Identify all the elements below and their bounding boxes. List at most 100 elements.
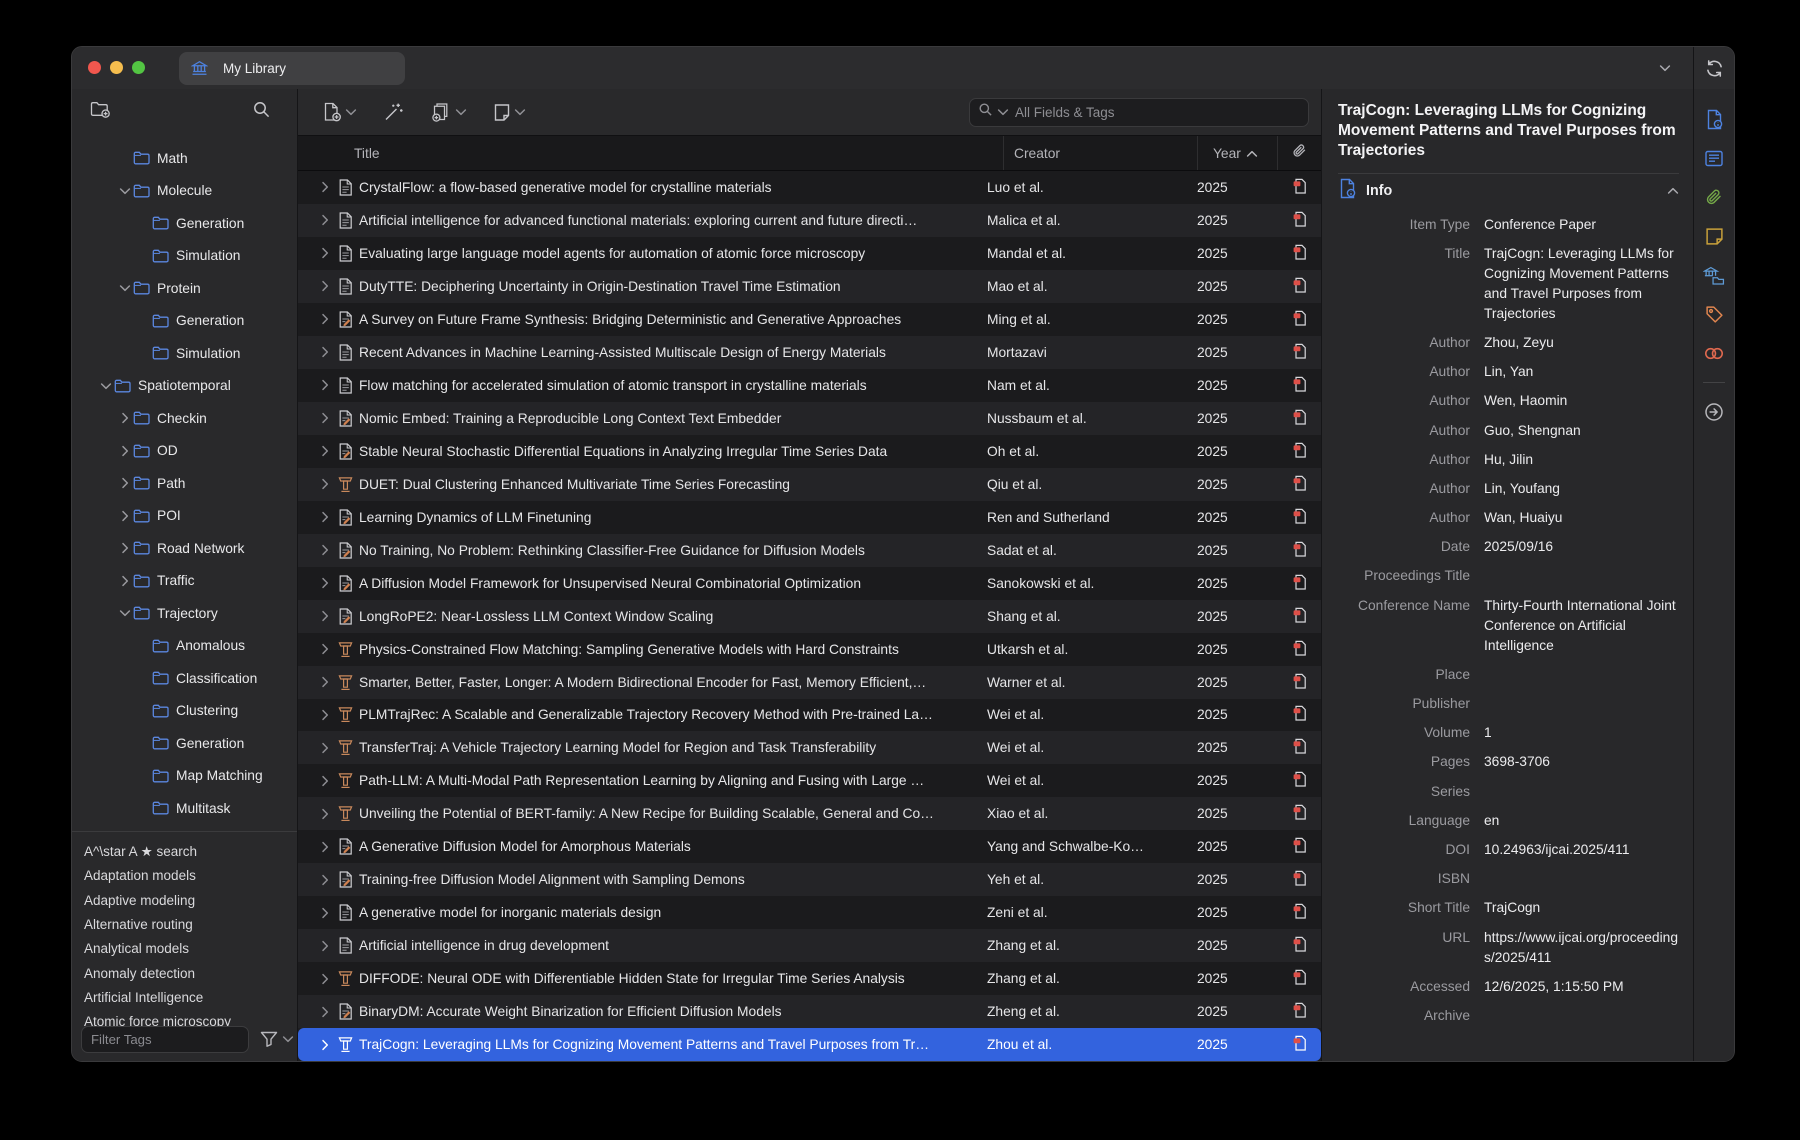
table-row[interactable]: A Diffusion Model Framework for Unsuperv… [298, 567, 1321, 600]
table-row[interactable]: Training-free Diffusion Model Alignment … [298, 863, 1321, 896]
chevron-right-icon[interactable] [318, 577, 332, 589]
sidebar-item-traffic[interactable]: Traffic [72, 565, 297, 598]
search-field[interactable] [969, 98, 1309, 127]
sidebar-item-molecule[interactable]: Molecule [72, 175, 297, 208]
collapse-chevron-up-icon[interactable] [1667, 182, 1679, 200]
tag-item[interactable]: Alternative routing [84, 912, 297, 936]
chevron-right-icon[interactable] [318, 544, 332, 556]
sidebar-item-trajectory[interactable]: Trajectory [72, 597, 297, 630]
chevron-right-icon[interactable] [318, 676, 332, 688]
sidebar-item-checkin[interactable]: Checkin [72, 402, 297, 435]
table-row-selected[interactable]: TrajCogn: Leveraging LLMs for Cognizing … [298, 1028, 1321, 1061]
field-value[interactable]: 10.24963/ijcai.2025/411 [1484, 840, 1679, 860]
chevron-right-icon[interactable] [318, 247, 332, 259]
locate-icon[interactable] [1694, 392, 1734, 431]
chevron-right-icon[interactable] [117, 542, 133, 554]
sidebar-item-simulation[interactable]: Simulation [72, 240, 297, 273]
add-by-identifier-button[interactable] [383, 102, 404, 122]
field-value[interactable]: TrajCogn: Leveraging LLMs for Cognizing … [1484, 244, 1679, 324]
search-input[interactable] [1013, 104, 1300, 121]
field-value[interactable]: Zhou, Zeyu [1484, 333, 1679, 353]
chevron-right-icon[interactable] [117, 445, 133, 457]
sidebar-item-multitask[interactable]: Multitask [72, 792, 297, 825]
table-row[interactable]: LongRoPE2: Near-Lossless LLM Context Win… [298, 600, 1321, 633]
abstract-pane-icon[interactable] [1694, 139, 1734, 178]
chevron-right-icon[interactable] [318, 346, 332, 358]
table-row[interactable]: Unveiling the Potential of BERT-family: … [298, 797, 1321, 830]
field-value[interactable] [1484, 1006, 1679, 1026]
field-value[interactable]: https://www.ijcai.org/proceedings/2025/4… [1484, 928, 1679, 968]
chevron-right-icon[interactable] [318, 643, 332, 655]
chevron-right-icon[interactable] [318, 940, 332, 952]
sidebar-item-math[interactable]: Math [72, 142, 297, 175]
chevron-right-icon[interactable] [318, 478, 332, 490]
field-value[interactable] [1484, 566, 1679, 586]
attachments-pane-icon[interactable] [1694, 178, 1734, 217]
tag-item[interactable]: Anomaly detection [84, 961, 297, 985]
filter-tags-input[interactable] [81, 1026, 249, 1053]
chevron-right-icon[interactable] [117, 510, 133, 522]
tabs-menu-chevron-down-icon[interactable] [1637, 64, 1693, 72]
sidebar-item-classification[interactable]: Classification [72, 662, 297, 695]
table-row[interactable]: Recent Advances in Machine Learning-Assi… [298, 336, 1321, 369]
sidebar-item-generation[interactable]: Generation [72, 727, 297, 760]
chevron-right-icon[interactable] [318, 808, 332, 820]
chevron-down-icon[interactable] [117, 284, 133, 292]
chevron-right-icon[interactable] [318, 379, 332, 391]
chevron-right-icon[interactable] [318, 313, 332, 325]
chevron-right-icon[interactable] [318, 973, 332, 985]
tags-pane-icon[interactable] [1694, 295, 1734, 334]
table-row[interactable]: Physics-Constrained Flow Matching: Sampl… [298, 633, 1321, 666]
field-value[interactable]: Wen, Haomin [1484, 391, 1679, 411]
field-value[interactable] [1484, 665, 1679, 685]
table-row[interactable]: No Training, No Problem: Rethinking Clas… [298, 534, 1321, 567]
column-header-creator[interactable]: Creator [1003, 136, 1197, 170]
sidebar-item-clustering[interactable]: Clustering [72, 695, 297, 728]
field-value[interactable]: Hu, Jilin [1484, 450, 1679, 470]
chevron-right-icon[interactable] [318, 412, 332, 424]
tag-item[interactable]: Adaptation models [84, 864, 297, 888]
tag-item[interactable]: Atomic force microscopy [84, 1010, 297, 1026]
table-row[interactable]: CrystalFlow: a flow-based generative mod… [298, 171, 1321, 204]
sidebar-item-path[interactable]: Path [72, 467, 297, 500]
table-row[interactable]: TransferTraj: A Vehicle Trajectory Learn… [298, 731, 1321, 764]
close-button[interactable] [88, 61, 101, 74]
table-row[interactable]: DIFFODE: Neural ODE with Differentiable … [298, 962, 1321, 995]
table-row[interactable]: Artificial intelligence in drug developm… [298, 929, 1321, 962]
notes-pane-icon[interactable] [1694, 217, 1734, 256]
field-value[interactable]: 1 [1484, 723, 1679, 743]
table-row[interactable]: PLMTrajRec: A Scalable and Generalizable… [298, 699, 1321, 732]
chevron-right-icon[interactable] [117, 477, 133, 489]
chevron-right-icon[interactable] [318, 181, 332, 193]
table-row[interactable]: Nomic Embed: Training a Reproducible Lon… [298, 402, 1321, 435]
collections-search-icon[interactable] [252, 100, 271, 124]
table-row[interactable]: Artificial intelligence for advanced fun… [298, 204, 1321, 237]
chevron-down-icon[interactable] [98, 382, 114, 390]
sidebar-item-generation[interactable]: Generation [72, 207, 297, 240]
sidebar-item-poi[interactable]: POI [72, 500, 297, 533]
field-value[interactable]: 3698-3706 [1484, 752, 1679, 772]
field-value[interactable]: 2025/09/16 [1484, 537, 1679, 557]
column-header-attachment[interactable] [1277, 136, 1321, 170]
table-row[interactable]: Learning Dynamics of LLM FinetuningRen a… [298, 501, 1321, 534]
new-item-button[interactable] [322, 102, 357, 122]
tag-item[interactable]: Analytical models [84, 937, 297, 961]
chevron-right-icon[interactable] [318, 841, 332, 853]
tag-item[interactable]: Adaptive modeling [84, 888, 297, 912]
table-row[interactable]: Evaluating large language model agents f… [298, 237, 1321, 270]
table-row[interactable]: Smarter, Better, Faster, Longer: A Moder… [298, 666, 1321, 699]
chevron-down-icon[interactable] [117, 609, 133, 617]
related-pane-icon[interactable] [1694, 334, 1734, 373]
field-value[interactable]: Lin, Youfang [1484, 479, 1679, 499]
chevron-right-icon[interactable] [318, 742, 332, 754]
sidebar-item-simulation[interactable]: Simulation [72, 337, 297, 370]
sidebar-item-generation[interactable]: Generation [72, 305, 297, 338]
chevron-right-icon[interactable] [318, 1039, 332, 1051]
zoom-button[interactable] [132, 61, 145, 74]
table-row[interactable]: BinaryDM: Accurate Weight Binarization f… [298, 995, 1321, 1028]
chevron-right-icon[interactable] [117, 575, 133, 587]
sidebar-item-map-matching[interactable]: Map Matching [72, 760, 297, 793]
libraries-collections-pane-icon[interactable] [1694, 256, 1734, 295]
chevron-down-icon[interactable] [282, 1035, 294, 1043]
field-value[interactable]: en [1484, 811, 1679, 831]
